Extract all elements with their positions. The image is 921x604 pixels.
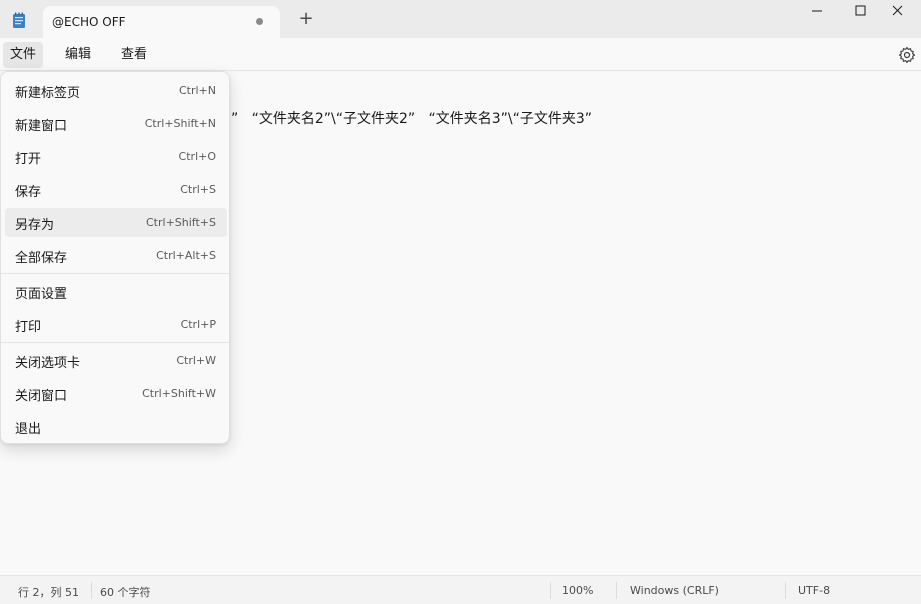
menu-divider xyxy=(1,273,229,274)
encoding[interactable]: UTF-8 xyxy=(798,584,830,597)
cursor-position: 行 2，列 51 xyxy=(18,586,79,599)
menu-item-label: 保存 xyxy=(15,185,42,200)
tab-title: @ECHO OFF xyxy=(52,15,126,29)
close-icon[interactable] xyxy=(876,0,921,24)
menu-item-label: 新建标签页 xyxy=(15,86,81,101)
menu-item-save-all[interactable]: 全部保存 Ctrl+Alt+S xyxy=(5,241,227,270)
status-bar: 行 2，列 51 60 个字符 100% Windows (CRLF) UTF-… xyxy=(0,575,921,604)
menu-item-page-setup[interactable]: 页面设置 xyxy=(5,277,227,306)
gear-icon[interactable] xyxy=(898,46,916,64)
menu-item-shortcut: Ctrl+Shift+S xyxy=(146,216,216,229)
menu-item-label: 页面设置 xyxy=(15,287,68,302)
menu-item-save-as[interactable]: 另存为 Ctrl+Shift+S xyxy=(5,208,227,237)
status-divider xyxy=(785,582,786,599)
menu-bar: 文件 编辑 查看 xyxy=(0,38,921,71)
menu-item-label: 关闭窗口 xyxy=(15,389,68,404)
menu-item-close-tab[interactable]: 关闭选项卡 Ctrl+W xyxy=(5,346,227,375)
menu-item-shortcut: Ctrl+S xyxy=(180,183,216,196)
tab-echo-off[interactable]: @ECHO OFF xyxy=(43,6,280,38)
menu-item-print[interactable]: 打印 Ctrl+P xyxy=(5,310,227,339)
menu-view[interactable]: 查看 xyxy=(114,42,154,68)
menu-item-label: 关闭选项卡 xyxy=(15,356,81,371)
notepad-icon xyxy=(13,12,25,28)
menu-item-new-tab[interactable]: 新建标签页 Ctrl+N xyxy=(5,76,227,105)
file-menu-dropdown: 新建标签页 Ctrl+N 新建窗口 Ctrl+Shift+N 打开 Ctrl+O… xyxy=(0,71,230,444)
notepad-window: @ECHO OFF + 文件 编辑 查看 ” “文件夹名2”\“子文件夹2” “… xyxy=(0,0,921,604)
menu-item-label: 全部保存 xyxy=(15,251,68,266)
minimize-icon[interactable] xyxy=(794,0,840,24)
menu-item-new-window[interactable]: 新建窗口 Ctrl+Shift+N xyxy=(5,109,227,138)
menu-file[interactable]: 文件 xyxy=(3,42,44,68)
menu-divider xyxy=(1,342,229,343)
menu-item-shortcut: Ctrl+P xyxy=(180,318,216,331)
editor-line-text: ” “文件夹名2”\“子文件夹2” “文件夹名3”\“子文件夹3” xyxy=(231,111,593,127)
menu-item-label: 退出 xyxy=(15,422,42,437)
menu-item-save[interactable]: 保存 Ctrl+S xyxy=(5,175,227,204)
menu-edit[interactable]: 编辑 xyxy=(58,42,98,68)
menu-item-shortcut: Ctrl+Shift+N xyxy=(144,117,216,130)
zoom-level[interactable]: 100% xyxy=(562,584,593,597)
menu-item-label: 新建窗口 xyxy=(15,119,68,134)
new-tab-button[interactable]: + xyxy=(296,10,316,30)
menu-item-label: 另存为 xyxy=(15,218,55,233)
character-count: 60 个字符 xyxy=(100,586,151,599)
menu-item-shortcut: Ctrl+N xyxy=(178,84,216,97)
menu-item-shortcut: Ctrl+Alt+S xyxy=(156,249,216,262)
line-ending[interactable]: Windows (CRLF) xyxy=(630,584,719,597)
menu-item-label: 打开 xyxy=(15,152,42,167)
menu-item-open[interactable]: 打开 Ctrl+O xyxy=(5,142,227,171)
menu-item-shortcut: Ctrl+Shift+W xyxy=(142,387,216,400)
menu-item-shortcut: Ctrl+O xyxy=(178,150,216,163)
menu-item-close-window[interactable]: 关闭窗口 Ctrl+Shift+W xyxy=(5,379,227,408)
title-bar: @ECHO OFF + xyxy=(0,0,921,38)
status-divider xyxy=(91,582,92,599)
status-divider xyxy=(550,582,551,599)
menu-item-label: 打印 xyxy=(15,320,42,335)
menu-item-shortcut: Ctrl+W xyxy=(176,354,216,367)
menu-item-exit[interactable]: 退出 xyxy=(5,412,227,441)
unsaved-dot-icon[interactable] xyxy=(256,18,263,25)
status-divider xyxy=(616,582,617,599)
